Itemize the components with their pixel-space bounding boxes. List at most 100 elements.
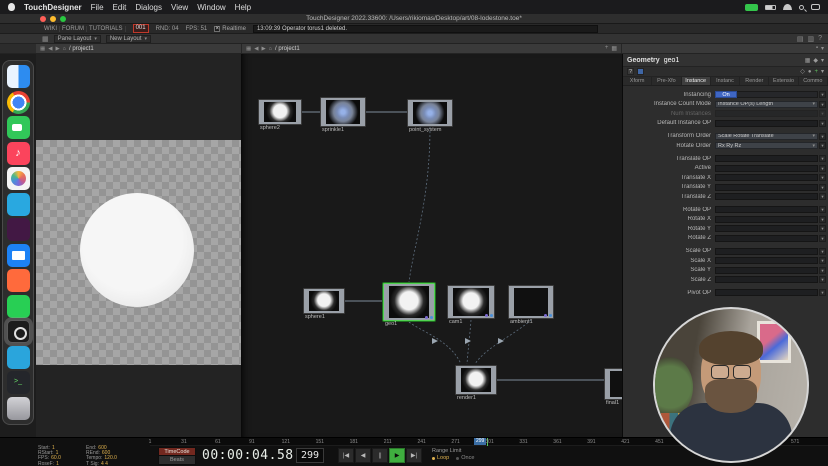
param-text-field[interactable] — [715, 165, 818, 172]
param-menu-button[interactable]: ▾ — [819, 101, 826, 108]
forward-arrow-icon[interactable]: ▶ — [55, 46, 59, 52]
display-flag[interactable] — [430, 316, 433, 319]
param-label[interactable]: Active — [623, 165, 715, 171]
param-menu-button[interactable]: ▾ — [819, 91, 826, 98]
param-menu-button[interactable]: ▾ — [819, 216, 826, 223]
param-label[interactable]: Translate Y — [623, 184, 715, 190]
param-label[interactable]: Translate Z — [623, 194, 715, 200]
search-icon[interactable] — [799, 5, 804, 10]
chrome-dock-icon[interactable] — [7, 91, 30, 114]
param-label[interactable]: Rotate Order — [623, 143, 715, 149]
split-vertical-icon[interactable]: ▥ — [807, 35, 814, 43]
param-menu-button[interactable]: ▾ — [819, 110, 826, 117]
menu-file[interactable]: File — [91, 3, 104, 12]
jump-to-start-button[interactable]: |◀ — [338, 448, 354, 463]
telegram-dock-icon[interactable] — [7, 346, 30, 369]
battery-icon[interactable] — [765, 5, 776, 10]
zoom-window-button[interactable] — [60, 16, 66, 22]
add-parameter-icon[interactable]: + — [814, 69, 818, 75]
param-text-field[interactable] — [715, 193, 818, 200]
tab-instance[interactable]: Instance — [682, 77, 711, 85]
control-center-icon[interactable] — [811, 4, 820, 10]
param-text-field[interactable] — [715, 206, 818, 213]
param-menu-button[interactable]: ▾ — [819, 289, 826, 296]
photos-dock-icon[interactable] — [7, 167, 30, 190]
network-editor-pane[interactable]: sphere2sprinkle1point_systemsphere1geo1c… — [242, 54, 622, 437]
viewer-breadcrumb[interactable]: / project1 — [69, 46, 94, 52]
param-menu-button[interactable]: ▾ — [819, 165, 826, 172]
toggle-on-button[interactable]: On — [715, 91, 737, 98]
display-flag[interactable] — [549, 314, 552, 317]
trash-dock-icon[interactable] — [7, 397, 30, 420]
comment-icon[interactable] — [637, 68, 644, 75]
back-arrow-icon[interactable]: ◀ — [254, 46, 258, 52]
add-operator-icon[interactable]: + — [605, 45, 609, 52]
back-arrow-icon[interactable]: ◀ — [48, 46, 52, 52]
menu-dialogs[interactable]: Dialogs — [135, 3, 162, 12]
param-label[interactable]: Scale Y — [623, 267, 715, 273]
param-text-field[interactable] — [715, 289, 818, 296]
display-flag[interactable] — [490, 314, 493, 317]
split-horizontal-icon[interactable]: ▤ — [797, 35, 804, 43]
menu-window[interactable]: Window — [197, 3, 225, 12]
range-once-button[interactable]: Once — [456, 455, 474, 461]
play-button[interactable]: ▶ — [389, 448, 405, 463]
param-text-field[interactable] — [715, 235, 818, 242]
param-label[interactable]: Rotate Z — [623, 235, 715, 241]
range-loop-button[interactable]: Loop — [432, 455, 449, 461]
link-wiki[interactable]: WIKI — [42, 26, 60, 32]
language-icon[interactable]: ◆ — [813, 57, 818, 64]
param-text-field[interactable] — [715, 248, 818, 255]
vscode-dock-icon[interactable] — [7, 193, 30, 216]
pane-layout-dropdown[interactable]: Pane Layout ▾ — [54, 35, 101, 43]
param-text-field[interactable] — [715, 174, 818, 181]
param-menu-button[interactable]: ▾ — [819, 248, 826, 255]
node-cam1[interactable]: cam1 — [447, 285, 495, 319]
render-flag[interactable] — [425, 316, 428, 319]
info-value[interactable]: 1 — [56, 462, 59, 466]
param-menu-button[interactable]: ▾ — [819, 120, 826, 127]
param-label[interactable]: Num Instances — [623, 111, 715, 117]
expert-mode-icon[interactable]: ◇ — [800, 68, 805, 75]
render-flag[interactable] — [544, 314, 547, 317]
touchdesigner-dock-icon[interactable] — [7, 320, 30, 343]
tab-pre-xfo[interactable]: Pre-Xfo — [652, 77, 681, 85]
menu-help[interactable]: Help — [235, 3, 251, 12]
facetime-dock-icon[interactable] — [7, 116, 30, 139]
render-flag[interactable] — [485, 314, 488, 317]
help-icon[interactable]: ? — [627, 68, 634, 75]
param-label[interactable]: Translate OP — [623, 156, 715, 162]
realtime-checkbox[interactable]: × — [214, 26, 220, 32]
music-dock-icon[interactable] — [7, 142, 30, 165]
parameter-menu-icon[interactable]: ▾ — [821, 68, 824, 75]
screen-recording-icon[interactable] — [745, 4, 758, 11]
operator-name-label[interactable]: geo1 — [664, 57, 680, 64]
param-label[interactable]: Default Instance OP — [623, 120, 715, 126]
info-value[interactable]: 4 4 — [101, 462, 108, 466]
param-label[interactable]: Scale Z — [623, 277, 715, 283]
param-label[interactable]: Instance Count Mode — [623, 101, 715, 107]
geometry-viewer-pane[interactable] — [36, 54, 242, 437]
pane-menu-icon[interactable]: ▦ — [40, 46, 45, 52]
param-menu-button[interactable]: ▾ — [819, 257, 826, 264]
param-text-field[interactable] — [715, 216, 818, 223]
param-menu-button[interactable]: ▾ — [819, 267, 826, 274]
network-breadcrumb[interactable]: / project1 — [275, 46, 300, 52]
node-sphere2[interactable]: sphere2 — [258, 99, 302, 125]
param-label[interactable]: Pivot OP — [623, 290, 715, 296]
pause-button[interactable]: || — [372, 448, 388, 463]
tab-instanc[interactable]: Instanc — [711, 77, 740, 85]
param-label[interactable]: Rotate OP — [623, 207, 715, 213]
copy-parameters-icon[interactable]: ▦ — [805, 57, 811, 64]
param-text-field[interactable] — [715, 267, 818, 274]
param-text-field[interactable] — [715, 225, 818, 232]
jump-to-end-button[interactable]: ▶| — [406, 448, 422, 463]
node-point_system[interactable]: point_system — [407, 99, 453, 127]
param-menu-button[interactable]: ▾ — [819, 206, 826, 213]
tab-xform[interactable]: Xform — [623, 77, 652, 85]
param-menu-button[interactable]: ▾ — [819, 184, 826, 191]
param-menu-button[interactable]: ▾ — [819, 155, 826, 162]
realtime-toggle[interactable]: × Realtime — [214, 26, 246, 32]
wifi-icon[interactable] — [783, 4, 792, 10]
param-text-field[interactable] — [715, 257, 818, 264]
